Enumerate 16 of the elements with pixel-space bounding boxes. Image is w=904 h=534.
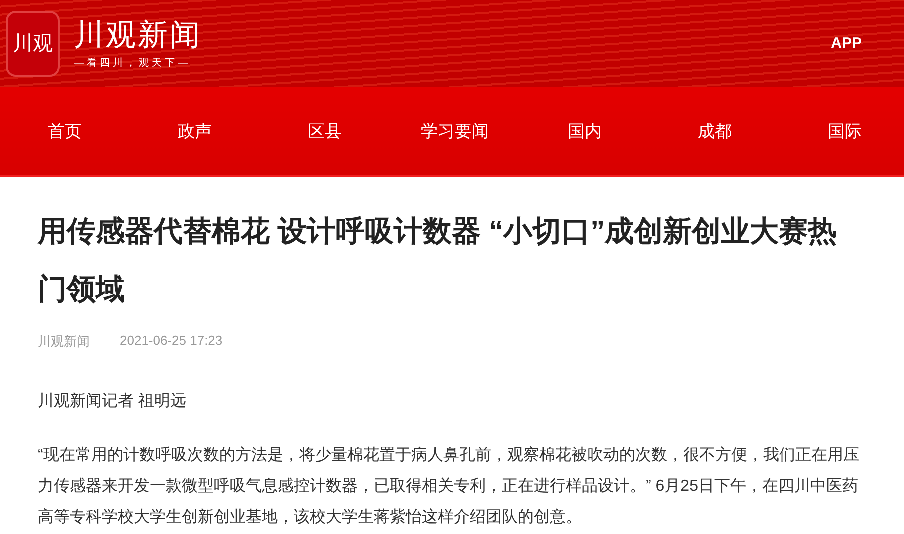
nav-item[interactable]: 政声 <box>130 87 260 175</box>
byline: 川观新闻记者 祖明远 <box>38 392 188 412</box>
article-paragraph: “现在常用的计数呼吸次数的方法是，将少量棉花置于病人鼻孔前，观察棉花被吹动的次数，很不方便，我们正在用压力传感器来开发一款微型呼吸气息感控计数器，已取得相关专利，正在进行样品设计。” 6月25日下午，在四川中医药高等专科学校大学生创新创业基地，该校大学生蒋紫怡这样介绍团队的创意。 <box>38 446 860 528</box>
logo-title: 川观新闻 <box>74 18 202 54</box>
nav-item[interactable]: 国际 <box>780 87 904 175</box>
logo-slogan: —看四川，观天下— <box>74 56 192 70</box>
logo-mark[interactable]: 川观 <box>6 10 60 76</box>
article-date: 2021-06-25 17:23 <box>120 333 223 350</box>
article-source: 川观新闻 <box>38 333 90 351</box>
nav-item[interactable]: 成都 <box>650 87 780 175</box>
nav-item[interactable]: 区县 <box>260 87 390 175</box>
nav-item[interactable]: 国内 <box>520 87 650 175</box>
nav-item[interactable]: 首页 <box>0 87 130 175</box>
article-title: 用传感器代替棉花 设计呼吸计数器 “小切口”成创新创业大赛热门领域 <box>38 214 838 308</box>
nav-item[interactable]: 学习要闻 <box>390 87 520 175</box>
app-link[interactable]: APP <box>831 35 862 52</box>
